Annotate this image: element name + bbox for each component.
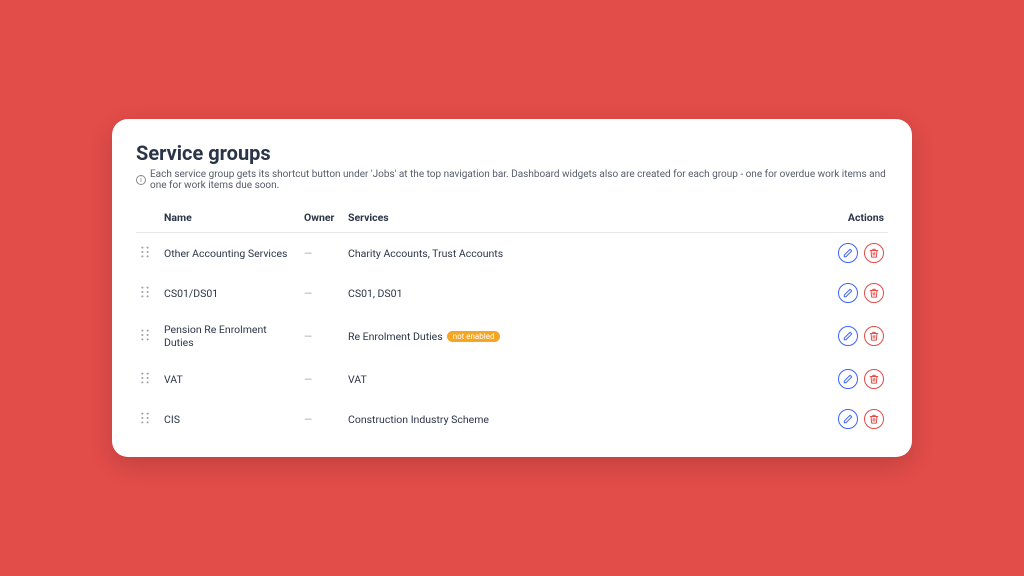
cell-services: CS01, DS01 (344, 273, 828, 313)
cell-owner: — (300, 273, 344, 313)
cell-name: Other Accounting Services (160, 233, 300, 274)
table-row: Other Accounting Services— Charity Accoun… (136, 233, 888, 274)
services-text: Construction Industry Scheme (348, 413, 489, 426)
cell-services: VAT (344, 359, 828, 399)
col-header-actions: Actions (828, 205, 888, 233)
delete-button[interactable] (864, 283, 884, 303)
row-actions (832, 409, 884, 429)
drag-handle-icon[interactable] (140, 411, 150, 425)
services-text: VAT (348, 373, 367, 386)
drag-handle-icon[interactable] (140, 245, 150, 259)
table-row: CS01/DS01— CS01, DS01 (136, 273, 888, 313)
cell-owner: — (300, 359, 344, 399)
drag-handle-icon[interactable] (140, 328, 150, 342)
edit-button[interactable] (838, 326, 858, 346)
col-header-owner: Owner (300, 205, 344, 233)
drag-handle-icon[interactable] (140, 285, 150, 299)
not-enabled-badge: not enabled (447, 331, 501, 342)
edit-button[interactable] (838, 283, 858, 303)
page-description: i Each service group gets its shortcut b… (136, 169, 888, 191)
col-header-handle (136, 205, 160, 233)
services-text: Re Enrolment Duties (348, 330, 443, 343)
service-groups-table: Name Owner Services Actions Other Accoun… (136, 205, 888, 439)
service-groups-card: Service groups i Each service group gets… (112, 119, 912, 457)
cell-owner: — (300, 233, 344, 274)
services-text: CS01, DS01 (348, 287, 402, 300)
delete-button[interactable] (864, 369, 884, 389)
edit-button[interactable] (838, 369, 858, 389)
drag-handle-icon[interactable] (140, 371, 150, 385)
row-actions (832, 369, 884, 389)
row-actions (832, 243, 884, 263)
row-actions (832, 283, 884, 303)
cell-services: Re Enrolment Duties not enabled (344, 313, 828, 359)
table-row: VAT—VAT (136, 359, 888, 399)
col-header-name: Name (160, 205, 300, 233)
delete-button[interactable] (864, 409, 884, 429)
edit-button[interactable] (838, 243, 858, 263)
cell-name: Pension Re Enrolment Duties (160, 313, 300, 359)
row-actions (832, 326, 884, 346)
table-row: Pension Re Enrolment Duties—Re Enrolment… (136, 313, 888, 359)
cell-name: CIS (160, 399, 300, 439)
cell-name: CS01/DS01 (160, 273, 300, 313)
cell-services: Construction Industry Scheme (344, 399, 828, 439)
cell-name: VAT (160, 359, 300, 399)
delete-button[interactable] (864, 243, 884, 263)
services-text: Charity Accounts, Trust Accounts (348, 247, 503, 260)
cell-owner: — (300, 399, 344, 439)
cell-services: Charity Accounts, Trust Accounts (344, 233, 828, 274)
info-icon: i (136, 175, 146, 185)
edit-button[interactable] (838, 409, 858, 429)
table-row: CIS— Construction Industry Scheme (136, 399, 888, 439)
cell-owner: — (300, 313, 344, 359)
page-title: Service groups (136, 141, 888, 165)
delete-button[interactable] (864, 326, 884, 346)
description-text: Each service group gets its shortcut but… (150, 169, 888, 191)
col-header-services: Services (344, 205, 828, 233)
